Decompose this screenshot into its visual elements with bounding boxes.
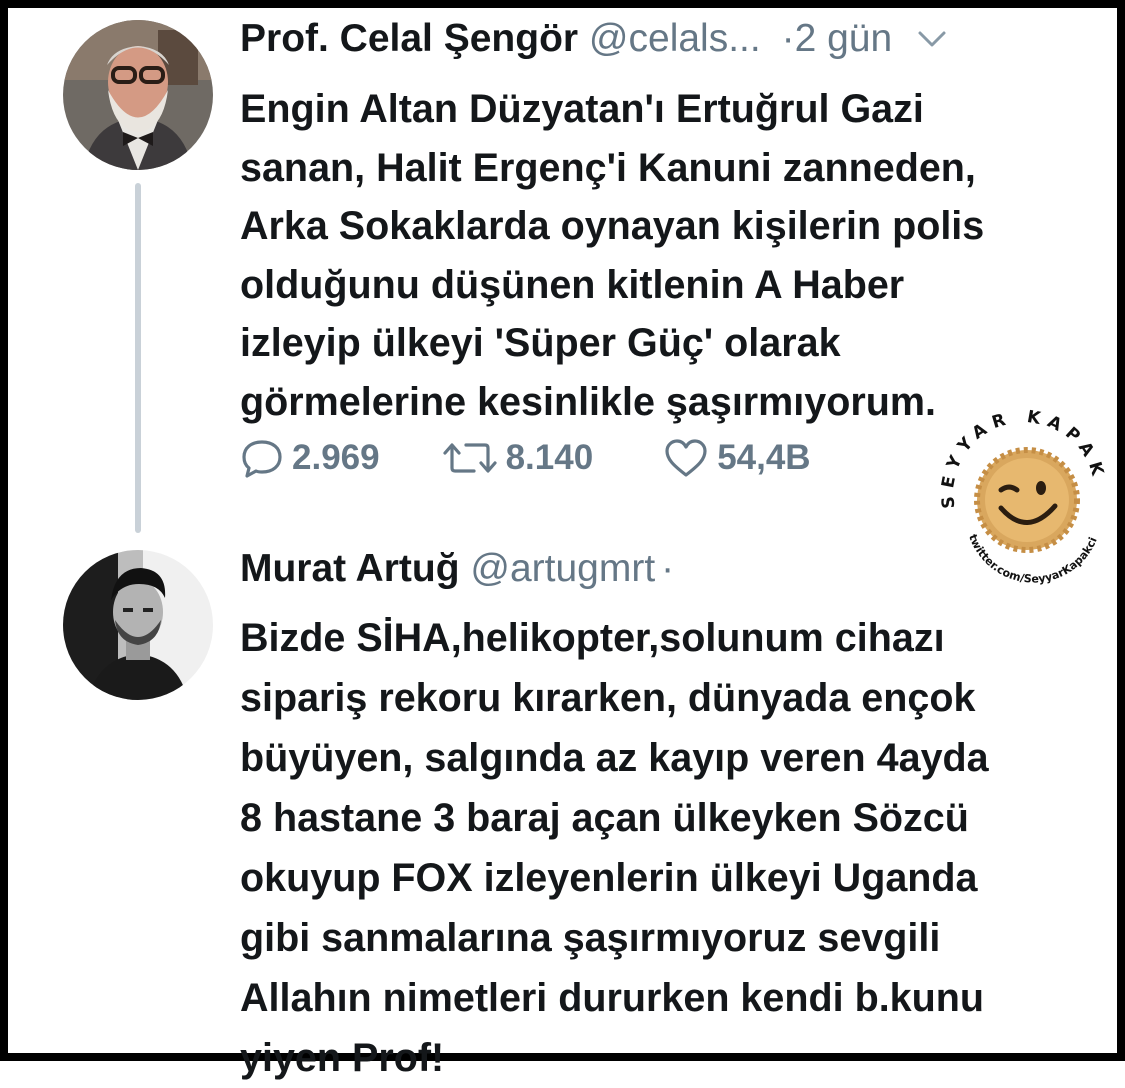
reply-icon: [242, 440, 282, 478]
tweet-timestamp[interactable]: 2 gün: [795, 17, 893, 60]
tweet-text: Bizde SİHA,helikopter,solunum cihazı sip…: [240, 616, 989, 1080]
separator-dot: ·: [781, 17, 795, 60]
chevron-down-icon[interactable]: [917, 12, 947, 62]
display-name[interactable]: Murat Artuğ: [240, 547, 460, 590]
tweet-text: Engin Altan Düzyatan'ı Ertuğrul Gazi san…: [240, 87, 985, 424]
retweet-count: 8.140: [505, 438, 594, 477]
avatar-celal-sengor[interactable]: [63, 20, 213, 170]
retweet-icon: [442, 443, 497, 473]
seyyar-kapakci-watermark: SEYYAR KAPAKÇI twitter.com/SeyyarKapakci: [923, 393, 1113, 588]
tweet-actions: 2.969 8.140 54,4B: [240, 433, 811, 483]
display-name[interactable]: Prof. Celal Şengör: [240, 17, 578, 60]
heart-icon: [665, 439, 707, 477]
reply-count: 2.969: [292, 438, 380, 477]
tweet-2[interactable]: Murat Artuğ @artugmrt · Bizde SİHA,heliko…: [8, 538, 1117, 1080]
retweet-button[interactable]: 8.140: [442, 438, 594, 478]
user-handle[interactable]: @celals...: [589, 17, 761, 60]
avatar-murat-artug[interactable]: [63, 550, 213, 700]
user-handle[interactable]: @artugmrt: [470, 547, 655, 590]
avatar-image: [63, 20, 213, 170]
tweet-header: Murat Artuğ @artugmrt ·: [240, 544, 674, 594]
screenshot-frame: Prof. Celal Şengör @celals... ·2 gün Eng…: [0, 0, 1125, 1080]
like-count: 54,4B: [717, 438, 811, 477]
reply-button[interactable]: 2.969: [240, 438, 380, 478]
separator-dot: ·: [661, 547, 675, 590]
tweet-header: Prof. Celal Şengör @celals... ·2 gün: [240, 14, 947, 64]
avatar-image: [63, 550, 213, 700]
like-button[interactable]: 54,4B: [663, 438, 811, 478]
smiley-bottle-cap-icon: [974, 447, 1080, 553]
